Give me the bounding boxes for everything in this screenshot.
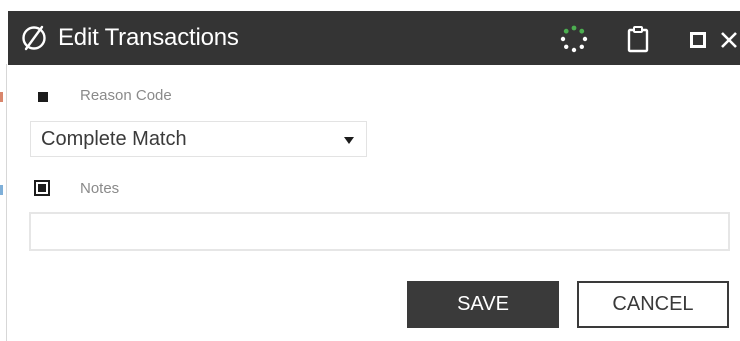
dialog-titlebar[interactable]: Edit Transactions <box>8 11 740 65</box>
notes-input[interactable] <box>29 212 730 251</box>
clipboard-icon[interactable] <box>625 25 651 53</box>
reason-code-label: Reason Code <box>80 87 172 104</box>
cancel-button[interactable]: CANCEL <box>577 281 729 328</box>
toggle-fill <box>38 92 48 102</box>
loading-spinner-icon <box>560 25 588 53</box>
edge-marker <box>0 185 3 195</box>
reason-code-select[interactable]: Complete Match <box>30 121 367 157</box>
edge-marker <box>0 92 3 102</box>
dialog-title: Edit Transactions <box>58 24 239 51</box>
reason-code-toggle[interactable] <box>34 88 50 104</box>
toggle-fill <box>38 184 46 192</box>
save-button[interactable]: SAVE <box>407 281 559 328</box>
caret-down-icon <box>344 137 354 144</box>
background-edge-line <box>6 64 7 341</box>
slashed-circle-icon <box>22 25 46 51</box>
notes-label: Notes <box>80 180 120 197</box>
close-icon[interactable] <box>717 30 740 50</box>
reason-code-value: Complete Match <box>41 128 187 150</box>
maximize-icon[interactable] <box>690 32 706 48</box>
notes-toggle[interactable] <box>34 180 50 196</box>
